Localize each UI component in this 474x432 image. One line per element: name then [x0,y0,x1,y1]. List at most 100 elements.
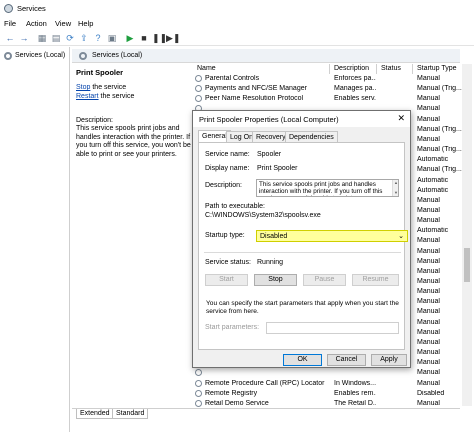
table-row[interactable]: Manual [192,368,462,378]
general-tab-panel: Service name: Spooler Display name: Prin… [198,142,408,350]
column-separator [412,64,413,74]
service-startup-cell: Manual [417,328,440,336]
service-startup-cell: Manual [417,379,440,387]
back-arrow-icon[interactable]: ← [4,32,16,44]
service-startup-cell: Manual [417,75,440,82]
start-parameters-input[interactable] [266,322,399,334]
service-startup-cell: Manual [417,247,440,255]
service-name-cell: Peer Name Resolution Protocol [205,95,304,103]
column-separator [329,64,330,74]
chevron-down-icon: ⌄ [398,233,404,240]
service-startup-cell: Manual [417,237,440,245]
console-tree: Services (Local) [0,47,70,432]
selected-service-name: Print Spooler [76,68,124,77]
display-name-value: Print Spooler [257,165,298,172]
console-tree-icon[interactable]: ▦ [36,32,48,44]
service-startup-cell: Manual (Trig... [417,125,462,133]
service-startup-cell: Manual (Trig... [417,85,462,93]
menu-file[interactable]: File [4,19,16,28]
column-startup-type[interactable]: Startup Type [417,65,457,72]
start-service-icon[interactable]: ▶ [124,32,136,44]
service-name-cell: Retail Demo Service [205,399,269,407]
forward-arrow-icon[interactable]: → [18,32,30,44]
service-startup-cell: Manual [417,359,440,367]
help-icon[interactable]: ? [92,32,104,44]
table-row[interactable]: Payments and NFC/SE Manager Manages pa...… [192,84,462,94]
tab-extended[interactable]: Extended [76,409,114,419]
startup-type-label: Startup type: [205,232,245,239]
description-scrollbar[interactable]: ▲ ▼ [392,180,398,196]
menu-view[interactable]: View [55,19,71,28]
scroll-up-icon[interactable]: ▲ [394,180,398,185]
stop-service-link[interactable]: Stop [76,84,90,91]
column-status[interactable]: Status [381,65,401,72]
gear-icon [79,52,87,60]
view-tabs: Extended Standard [72,408,460,419]
start-button[interactable]: Start [205,274,248,286]
stop-service-icon[interactable]: ■ [138,32,150,44]
service-startup-cell: Manual [417,206,440,214]
list-header: Name Description Status Startup Type [192,64,462,74]
title-bar: Services [0,0,474,17]
pause-service-icon[interactable]: ❚❚ [152,32,167,44]
service-startup-cell: Manual [417,298,440,306]
service-status-label: Service status: [205,259,251,266]
dialog-title-bar: Print Spooler Properties (Local Computer… [193,111,410,127]
gear-icon [195,369,202,377]
service-startup-cell: Manual [417,338,440,346]
table-row[interactable]: Remote Procedure Call (RPC) Locator In Wi… [192,379,462,389]
display-name-label: Display name: [205,165,250,172]
gear-icon [195,379,202,387]
close-icon[interactable]: ✕ [397,113,405,124]
service-name-value: Spooler [257,151,282,158]
menu-help[interactable]: Help [78,19,93,28]
restart-service-link[interactable]: Restart [76,93,99,100]
tree-item-services-local[interactable]: Services (Local) [2,50,68,62]
service-startup-cell: Manual [417,308,440,316]
service-startup-cell: Manual (Trig... [417,146,462,154]
tree-item-label: Services (Local) [15,52,66,59]
service-startup-cell: Manual (Trig... [417,166,462,174]
service-name-cell: Remote Procedure Call (RPC) Locator [205,379,325,387]
scrollbar-thumb[interactable] [464,248,470,282]
ok-button[interactable]: OK [283,354,322,366]
startup-type-value: Disabled [260,233,288,240]
resume-button[interactable]: Resume [352,274,399,286]
cancel-button[interactable]: Cancel [327,354,366,366]
column-description[interactable]: Description [334,65,369,72]
tab-standard[interactable]: Standard [112,409,149,419]
column-name[interactable]: Name [197,65,216,72]
service-startup-cell: Automatic [417,227,449,235]
table-row[interactable]: Peer Name Resolution Protocol Enables ser… [192,94,462,104]
table-row[interactable]: Remote Registry Enables rem... Disabled [192,389,462,399]
service-name-cell: Payments and NFC/SE Manager [205,85,307,93]
export-list-icon[interactable]: ⇪ [78,32,90,44]
gear-icon [4,52,12,60]
table-row[interactable]: Parental Controls Enforces pa... Manual [192,74,462,84]
properties-icon[interactable]: ▤ [50,32,62,44]
apply-button[interactable]: Apply [371,354,407,366]
restart-service-icon[interactable]: ▶❚ [166,32,180,44]
stop-button[interactable]: Stop [254,274,297,286]
pause-button[interactable]: Pause [303,274,346,286]
startup-type-dropdown[interactable]: Disabled ⌄ [256,230,408,242]
service-startup-cell: Manual [417,278,440,285]
refresh-icon[interactable]: ⟳ [64,32,76,44]
services-app-icon [4,4,13,13]
service-startup-cell: Manual [417,267,440,275]
restart-line: Restart the service [76,93,134,100]
service-startup-cell: Manual [417,318,440,326]
service-description-cell: Enables serv... [334,95,376,103]
description-box[interactable]: This service spools print jobs and handl… [256,179,399,197]
service-startup-cell: Manual [417,135,440,143]
view-icon[interactable]: ▣ [106,32,118,44]
service-startup-cell: Manual [417,217,440,225]
gear-icon [195,75,202,82]
menu-action[interactable]: Action [26,19,47,28]
scroll-down-icon[interactable]: ▼ [394,190,398,195]
gear-icon [195,399,202,407]
toolbar: ← → ▦ ▤ ⟳ ⇪ ? ▣ ▶ ■ ❚❚ ▶❚ [0,30,474,46]
service-startup-cell: Manual [417,115,440,123]
service-startup-cell: Automatic [417,176,449,184]
list-scrollbar[interactable] [462,64,472,406]
